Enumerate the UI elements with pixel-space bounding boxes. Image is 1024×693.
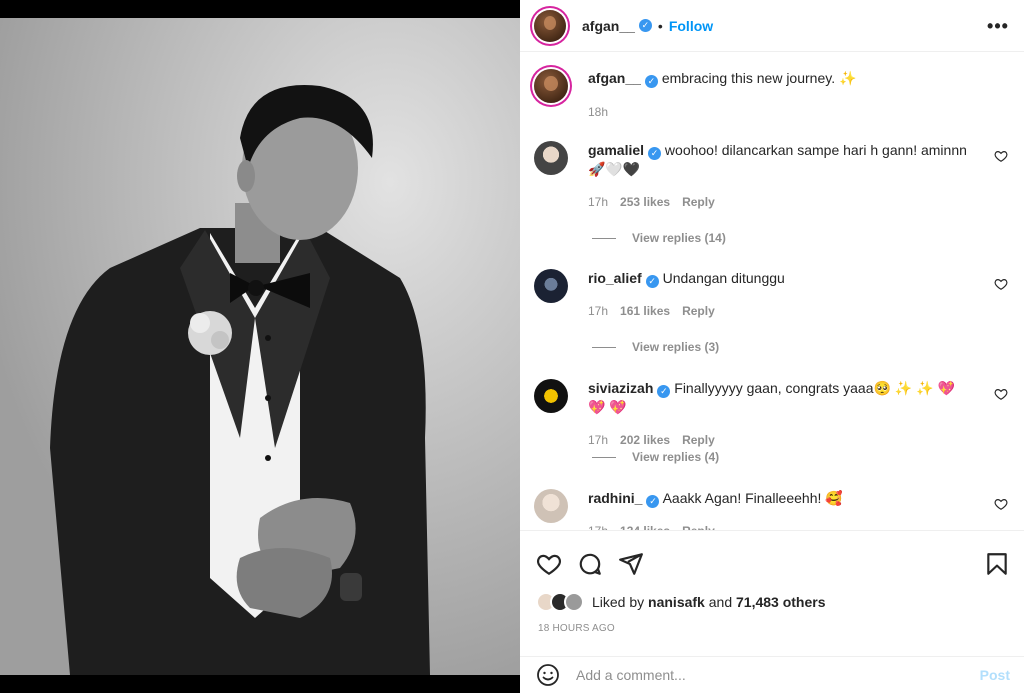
comment-likes[interactable]: 134 likes bbox=[620, 522, 670, 530]
comment-item: gamaliel ✓ woohoo! dilancarkan sampe hari… bbox=[534, 139, 1010, 212]
post-details-panel: afgan__ ✓ • Follow ••• afgan__ ✓ embracin… bbox=[520, 0, 1024, 693]
verified-icon: ✓ bbox=[657, 385, 671, 398]
liker-avatar bbox=[564, 592, 584, 612]
comment-body: radhini_ ✓ Aaakk Agan! Finalleeehh! 🥰 17h… bbox=[588, 487, 968, 530]
replies-divider-line bbox=[592, 237, 616, 239]
comment-text: Aaakk Agan! Finalleeehh! 🥰 bbox=[662, 490, 843, 506]
view-replies-label: View replies (4) bbox=[632, 450, 720, 464]
comment-text: woohoo! dilancarkan sampe hari h gann! a… bbox=[588, 142, 967, 177]
comment-avatar[interactable] bbox=[534, 379, 568, 413]
verified-icon: ✓ bbox=[638, 19, 652, 32]
replies-divider-line bbox=[592, 456, 616, 458]
comment-username[interactable]: siviazizah bbox=[588, 380, 653, 396]
view-replies-button[interactable]: View replies (4) bbox=[592, 450, 719, 464]
comment-time[interactable]: 17h bbox=[588, 522, 608, 530]
media-panel bbox=[0, 0, 520, 693]
author-avatar[interactable] bbox=[534, 9, 566, 42]
comment-time[interactable]: 17h bbox=[588, 302, 608, 321]
comment-body: rio_alief ✓ Undangan ditunggu 17h 161 lik… bbox=[588, 267, 968, 321]
reply-button[interactable]: Reply bbox=[682, 522, 715, 530]
photo-illustration bbox=[0, 18, 520, 675]
comment-heart-icon[interactable] bbox=[994, 149, 1008, 163]
share-icon[interactable] bbox=[618, 551, 644, 577]
verified-icon: ✓ bbox=[644, 75, 658, 88]
comment-item: rio_alief ✓ Undangan ditunggu 17h 161 lik… bbox=[534, 267, 1010, 321]
verified-icon: ✓ bbox=[648, 147, 662, 160]
comment-text: Undangan ditunggu bbox=[662, 270, 785, 286]
author-username[interactable]: afgan__ bbox=[582, 18, 635, 34]
comment-heart-icon[interactable] bbox=[994, 497, 1008, 511]
comment-username[interactable]: rio_alief bbox=[588, 270, 642, 286]
caption-text: embracing this new journey. ✨ bbox=[661, 70, 857, 86]
post-photo[interactable] bbox=[0, 18, 520, 675]
caption-time[interactable]: 18h bbox=[588, 103, 608, 122]
comment-input[interactable] bbox=[576, 667, 956, 683]
separator-dot: • bbox=[657, 17, 663, 34]
comment-time[interactable]: 17h bbox=[588, 193, 608, 212]
comment-item: siviazizah ✓ Finallyyyyy gaan, congrats y… bbox=[534, 377, 1010, 450]
bookmark-icon[interactable] bbox=[984, 551, 1010, 577]
comment-time[interactable]: 17h bbox=[588, 431, 608, 450]
comment-likes[interactable]: 253 likes bbox=[620, 193, 670, 212]
verified-icon: ✓ bbox=[646, 495, 660, 508]
more-icon[interactable]: ••• bbox=[984, 12, 1012, 40]
replies-divider-line bbox=[592, 346, 616, 348]
likes-prefix: Liked by bbox=[592, 594, 645, 610]
likes-text: Liked by nanisafk and 71,483 others bbox=[592, 594, 826, 610]
reply-button[interactable]: Reply bbox=[682, 302, 715, 321]
caption-body: afgan__ ✓ embracing this new journey. ✨ 1… bbox=[588, 67, 968, 122]
avatar-face bbox=[544, 75, 558, 92]
post-timestamp[interactable]: 18 HOURS AGO bbox=[538, 623, 615, 634]
avatar-face bbox=[543, 15, 557, 31]
comment-likes[interactable]: 202 likes bbox=[620, 431, 670, 450]
comment-avatar[interactable] bbox=[534, 489, 568, 523]
comment-item: radhini_ ✓ Aaakk Agan! Finalleeehh! 🥰 17h… bbox=[534, 487, 1010, 530]
likes-and: and bbox=[708, 594, 733, 610]
post-actions-bar bbox=[520, 530, 1024, 590]
comment-heart-icon[interactable] bbox=[994, 387, 1008, 401]
emoji-icon[interactable] bbox=[536, 663, 560, 687]
instagram-post-view: afgan__ ✓ • Follow ••• afgan__ ✓ embracin… bbox=[0, 0, 1024, 693]
comment-likes[interactable]: 161 likes bbox=[620, 302, 670, 321]
caption-avatar[interactable] bbox=[534, 69, 568, 103]
reply-button[interactable]: Reply bbox=[682, 431, 715, 450]
verified-icon: ✓ bbox=[645, 275, 659, 288]
view-replies-label: View replies (3) bbox=[632, 340, 720, 354]
comment-avatar[interactable] bbox=[534, 269, 568, 303]
caption: afgan__ ✓ embracing this new journey. ✨ 1… bbox=[534, 67, 1010, 122]
heart-icon[interactable] bbox=[536, 551, 562, 577]
comment-username[interactable]: gamaliel bbox=[588, 142, 644, 158]
comment-icon[interactable] bbox=[577, 551, 603, 577]
comment-avatar[interactable] bbox=[534, 141, 568, 175]
post-header: afgan__ ✓ • Follow ••• bbox=[520, 0, 1024, 52]
view-replies-label: View replies (14) bbox=[632, 231, 726, 245]
comment-body: siviazizah ✓ Finallyyyyy gaan, congrats y… bbox=[588, 377, 968, 450]
comment-body: gamaliel ✓ woohoo! dilancarkan sampe hari… bbox=[588, 139, 968, 212]
likes-summary: Liked by nanisafk and 71,483 others bbox=[536, 590, 826, 614]
view-replies-button[interactable]: View replies (3) bbox=[592, 340, 719, 354]
likes-others-link[interactable]: 71,483 others bbox=[736, 594, 826, 610]
follow-button[interactable]: Follow bbox=[669, 18, 713, 34]
comment-username[interactable]: radhini_ bbox=[588, 490, 642, 506]
comment-heart-icon[interactable] bbox=[994, 277, 1008, 291]
view-replies-button[interactable]: View replies (14) bbox=[592, 231, 726, 245]
likes-user-link[interactable]: nanisafk bbox=[648, 594, 705, 610]
caption-username[interactable]: afgan__ bbox=[588, 70, 641, 86]
comments-list[interactable]: afgan__ ✓ embracing this new journey. ✨ 1… bbox=[520, 53, 1024, 530]
add-comment-bar: Post bbox=[520, 656, 1024, 693]
reply-button[interactable]: Reply bbox=[682, 193, 715, 212]
post-comment-button[interactable]: Post bbox=[980, 667, 1010, 683]
